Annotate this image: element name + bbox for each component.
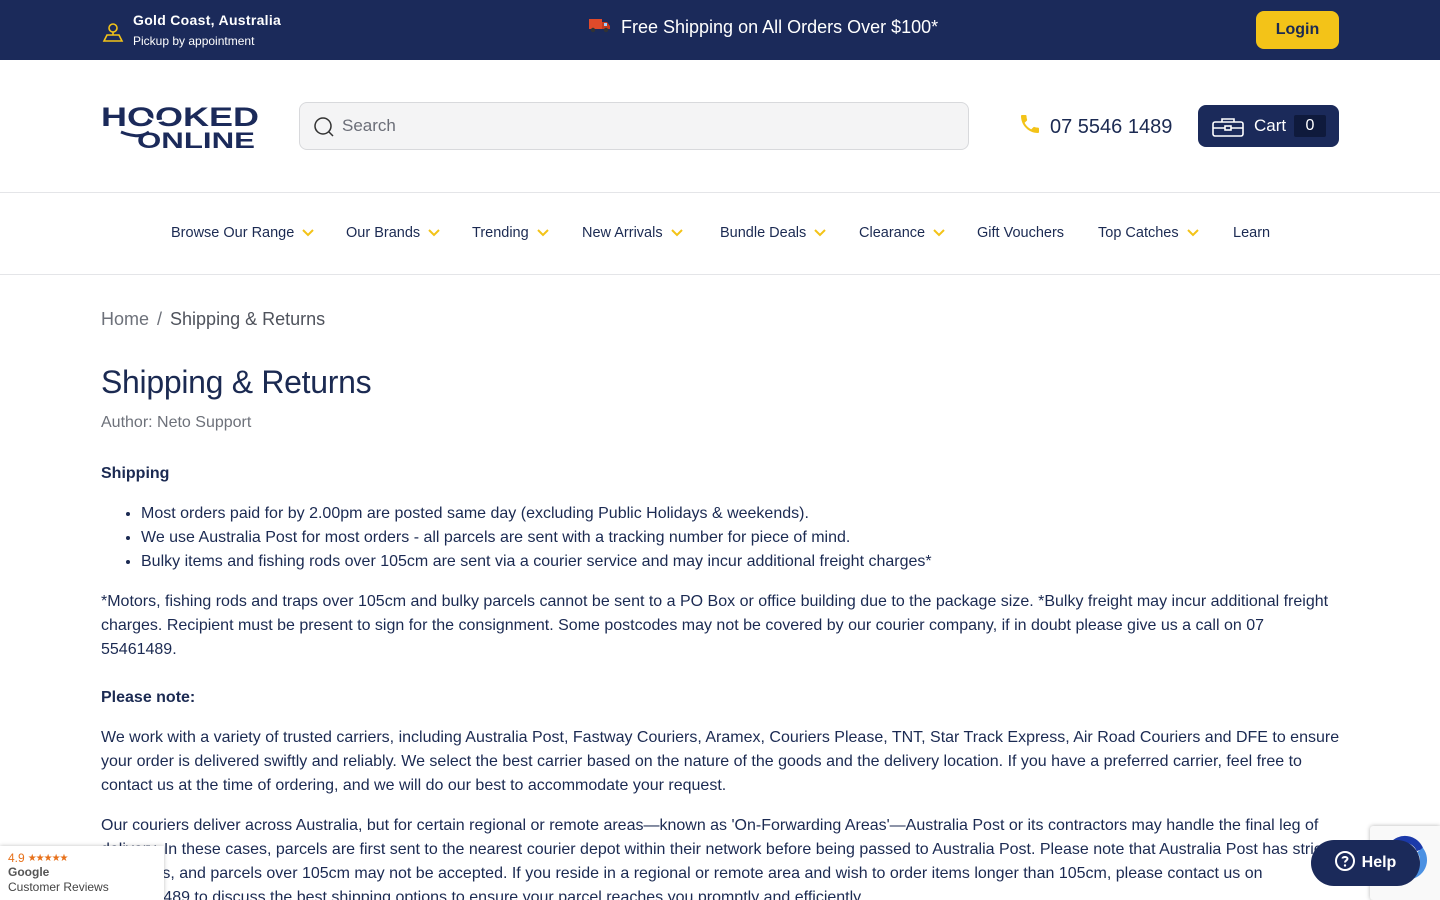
- chevron-down-icon: [670, 229, 683, 237]
- hooked-online-logo-icon: HOOKED ONLINE: [101, 102, 259, 153]
- customer-reviews-label: Customer Reviews: [8, 880, 109, 894]
- nav-label: Top Catches: [1098, 225, 1179, 241]
- location-subtitle: Pickup by appointment: [133, 34, 255, 48]
- login-button[interactable]: Login: [1256, 11, 1339, 49]
- free-shipping-banner: Free Shipping on All Orders Over $100*: [589, 17, 938, 38]
- list-item: Bulky items and fishing rods over 105cm …: [141, 550, 1341, 574]
- google-reviews-badge[interactable]: 4.9 ★★★★★ Google Customer Reviews: [0, 846, 164, 900]
- help-button[interactable]: Help: [1311, 840, 1420, 886]
- article-author: Author: Neto Support: [101, 414, 252, 431]
- nav-label: New Arrivals: [582, 225, 663, 241]
- please-note-heading: Please note:: [101, 689, 196, 706]
- phone-number-link[interactable]: 07 5546 1489: [1018, 112, 1172, 142]
- main-navigation: Browse Our Range Our Brands Trending New…: [0, 193, 1440, 274]
- chevron-down-icon: [428, 229, 440, 237]
- google-label: Google: [8, 865, 50, 879]
- nav-clearance[interactable]: Clearance: [859, 225, 945, 241]
- phone-icon: [1018, 112, 1050, 142]
- nav-label: Browse Our Range: [171, 225, 295, 241]
- nav-our-brands[interactable]: Our Brands: [346, 225, 440, 241]
- article-content: Shipping Most orders paid for by 2.00pm …: [101, 462, 1341, 900]
- nav-trending[interactable]: Trending: [472, 225, 549, 241]
- breadcrumb-current: Shipping & Returns: [170, 309, 326, 329]
- promo-text: Free Shipping on All Orders Over $100*: [621, 17, 939, 37]
- cart-label: Cart: [1254, 116, 1287, 135]
- carriers-paragraph: We work with a variety of trusted carrie…: [101, 729, 1340, 794]
- chevron-down-icon: [814, 229, 826, 237]
- nav-label: Bundle Deals: [720, 225, 807, 241]
- question-circle-icon: [1334, 850, 1362, 876]
- top-bar: Gold Coast, Australia Pickup by appointm…: [0, 0, 1440, 60]
- cart-button[interactable]: Cart 0: [1198, 105, 1339, 147]
- forwarding-paragraph: Our couriers deliver across Australia, b…: [101, 817, 1341, 900]
- nav-learn[interactable]: Learn: [1233, 225, 1270, 241]
- chevron-down-icon: [302, 229, 315, 237]
- nav-divider: [0, 274, 1440, 275]
- phone-number: 07 5546 1489: [1050, 115, 1173, 138]
- nav-bundle-deals[interactable]: Bundle Deals: [720, 225, 826, 241]
- shipping-list: Most orders paid for by 2.00pm are poste…: [101, 502, 1341, 574]
- google-rating-value: 4.9: [8, 851, 25, 865]
- nav-label: Trending: [472, 225, 529, 241]
- star-rating-icon: ★★★★★: [27, 852, 69, 864]
- truck-icon: [589, 17, 621, 38]
- cart-count-badge: 0: [1294, 115, 1326, 137]
- nav-label: Our Brands: [346, 225, 421, 241]
- list-item: We use Australia Post for most orders - …: [141, 526, 1341, 550]
- store-location[interactable]: Gold Coast, Australia Pickup by appointm…: [101, 11, 281, 50]
- nav-label: Clearance: [859, 225, 926, 241]
- shipping-heading: Shipping: [101, 465, 170, 482]
- shipping-note: *Motors, fishing rods and traps over 105…: [101, 593, 1329, 658]
- site-logo[interactable]: HOOKED ONLINE: [101, 102, 259, 153]
- nav-browse-our-range[interactable]: Browse Our Range: [171, 225, 315, 241]
- search-bar[interactable]: [299, 102, 969, 150]
- breadcrumb-separator: /: [157, 309, 163, 329]
- location-title: Gold Coast, Australia: [133, 12, 282, 28]
- page-title: Shipping & Returns: [101, 364, 372, 400]
- search-input[interactable]: [342, 103, 942, 149]
- nav-label: Learn: [1233, 225, 1271, 241]
- nav-gift-vouchers[interactable]: Gift Vouchers: [977, 225, 1064, 241]
- chevron-down-icon: [933, 229, 945, 237]
- location-pin-icon: [101, 11, 125, 50]
- nav-new-arrivals[interactable]: New Arrivals: [582, 225, 683, 241]
- help-label: Help: [1361, 854, 1397, 871]
- svg-text:ONLINE: ONLINE: [137, 128, 255, 150]
- chevron-down-icon: [536, 229, 549, 237]
- breadcrumb: Home / Shipping & Returns: [101, 309, 325, 330]
- nav-label: Gift Vouchers: [977, 225, 1065, 241]
- list-item: Most orders paid for by 2.00pm are poste…: [141, 502, 1341, 526]
- breadcrumb-home-link[interactable]: Home: [101, 309, 149, 330]
- chevron-down-icon: [1186, 229, 1199, 237]
- nav-top-catches[interactable]: Top Catches: [1098, 225, 1199, 241]
